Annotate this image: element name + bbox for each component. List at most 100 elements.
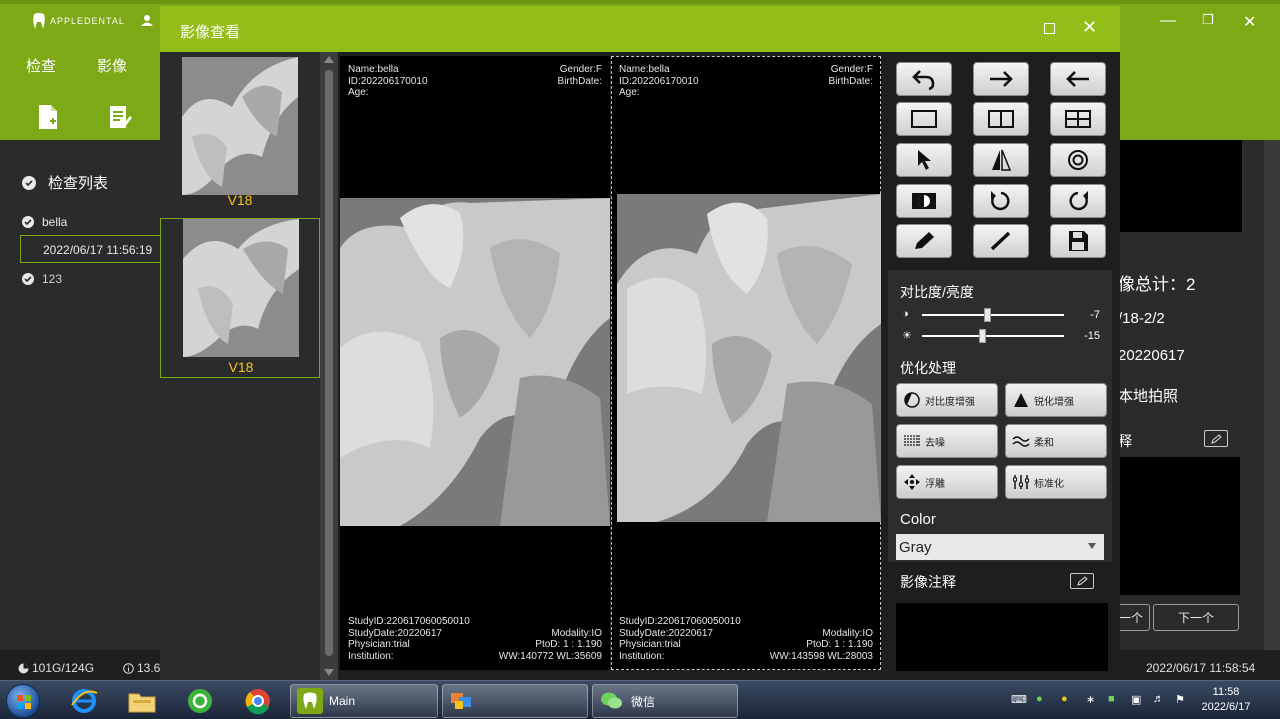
layout-split-button[interactable] [973, 102, 1029, 136]
image-date: 20220617 [1118, 347, 1185, 364]
layout-grid-button[interactable] [1050, 102, 1106, 136]
taskbar-clock[interactable]: 11:58 2022/6/17 [1198, 685, 1254, 715]
new-document-icon[interactable] [36, 104, 60, 130]
contrast-icon: ◑ [902, 308, 909, 320]
pointer-icon [918, 150, 931, 170]
ruler-icon [990, 231, 1011, 251]
taskbar: Main 微信 ⌨ ● ● ∗ ■ ▣ ♬ ⚑ 11:58 2022/6/17 [0, 680, 1280, 719]
emboss-button[interactable]: 浮雕 [896, 465, 998, 499]
measure-button[interactable] [973, 224, 1029, 258]
rotate-right-button[interactable] [1050, 184, 1106, 218]
brightness-slider[interactable] [922, 329, 1064, 343]
layout-single-button[interactable] [896, 102, 952, 136]
annotate-pen-button[interactable] [896, 224, 952, 258]
button-label: 柔和 [1034, 437, 1054, 449]
thumbnail-scrollbar[interactable] [320, 52, 338, 680]
action-center-icon[interactable]: ⚑ [1175, 693, 1185, 706]
next-image-button[interactable] [973, 62, 1029, 96]
restore-icon[interactable]: ❐ [1202, 12, 1214, 28]
modality-text: Modality:IO [551, 627, 602, 639]
contrast-enhance-button[interactable]: 对比度增强 [896, 383, 998, 417]
right-scrollbar[interactable] [1264, 140, 1280, 650]
user-icon[interactable] [141, 14, 153, 26]
chrome-app[interactable] [236, 685, 280, 717]
save-button[interactable] [1050, 224, 1106, 258]
dialog-close-icon[interactable]: ✕ [1082, 17, 1097, 38]
birthdate-text: BirthDate: [828, 75, 873, 87]
explorer-app[interactable] [120, 685, 164, 717]
thumbnail-item-selected[interactable]: V18 [160, 218, 320, 378]
brightness-slider-handle[interactable] [979, 329, 986, 343]
ie-app[interactable] [62, 685, 106, 717]
save-icon [1069, 231, 1088, 251]
patient-item-123[interactable]: 123 [22, 272, 62, 286]
prev-image-button[interactable] [1050, 62, 1106, 96]
thumbnail-item[interactable]: V18 [160, 52, 320, 212]
select-tool-button[interactable] [896, 143, 952, 177]
task-window[interactable] [442, 684, 588, 718]
minimize-icon[interactable]: — [1160, 12, 1176, 30]
patient-name-text: Name:bella [619, 64, 670, 75]
wechat-tray-icon[interactable]: ● [1036, 693, 1043, 705]
processing-panel: 对比度/亮度 ◑ -7 ☀ -15 优化处理 对比度增强 锐化增强 去噪 柔和 … [888, 270, 1112, 562]
image-index: /18-2/2 [1118, 310, 1165, 327]
magnifier-tool-button[interactable] [1050, 143, 1106, 177]
tray-app-icon[interactable]: ● [1061, 693, 1068, 705]
soften-button[interactable]: 柔和 [1005, 424, 1107, 458]
maximize-icon[interactable] [1044, 23, 1055, 34]
study-id-text: StudyID:220617060050010 [348, 616, 470, 627]
network-icon[interactable]: ▣ [1131, 693, 1141, 706]
edit-document-icon[interactable] [108, 104, 132, 130]
contrast-slider-handle[interactable] [984, 308, 991, 322]
note-edit-button[interactable] [1204, 430, 1228, 447]
overlay-top-right: Gender:F BirthDate: [558, 64, 602, 87]
clock-time: 11:58 [1212, 686, 1240, 698]
color-select[interactable]: Gray [896, 534, 1104, 560]
next-button[interactable]: 下一个 [1153, 604, 1239, 631]
brightness-icon: ☀ [902, 330, 912, 342]
volume-icon[interactable]: ♬ [1153, 693, 1164, 705]
sharpen-button[interactable]: 锐化增强 [1005, 383, 1107, 417]
check-circle-icon [22, 216, 34, 228]
disk-usage: 101G/124G [18, 661, 94, 675]
annotation-box[interactable] [896, 603, 1108, 671]
normalize-button[interactable]: 标准化 [1005, 465, 1107, 499]
dialog-titlebar[interactable]: 影像查看 ✕ [160, 6, 1120, 52]
app-close-icon[interactable]: ✕ [1243, 12, 1256, 32]
scroll-track[interactable] [325, 70, 333, 656]
status-datetime: 2022/06/17 11:58:54 [1146, 661, 1256, 675]
undo-button[interactable] [896, 62, 952, 96]
nav-exam[interactable]: 检查 [26, 55, 56, 76]
start-button[interactable] [6, 684, 40, 718]
invert-button[interactable] [896, 184, 952, 218]
top-strip [0, 0, 1280, 4]
360-browser-app[interactable] [178, 685, 222, 717]
denoise-button[interactable]: 去噪 [896, 424, 998, 458]
task-wechat[interactable]: 微信 [592, 684, 738, 718]
study-date-item[interactable]: 2022/06/17 11:56:19 [20, 235, 165, 263]
tooth-logo-icon [33, 13, 45, 29]
scroll-down-icon[interactable] [324, 669, 334, 676]
layout-grid-icon [1065, 110, 1091, 128]
keyboard-icon[interactable]: ⌨ [1011, 693, 1027, 706]
annotation-edit-button[interactable] [1070, 573, 1094, 589]
nvidia-icon[interactable]: ■ [1108, 693, 1115, 705]
invert-icon [912, 193, 936, 209]
bluetooth-icon[interactable]: ∗ [1086, 693, 1095, 706]
contrast-slider[interactable] [922, 308, 1064, 322]
flip-button[interactable] [973, 143, 1029, 177]
patient-item-bella[interactable]: bella [22, 215, 67, 229]
image-viewport-left[interactable]: Name:bella ID:202206170010 Age: Gender:F… [340, 56, 610, 670]
rotate-left-button[interactable] [973, 184, 1029, 218]
tool-grid [888, 56, 1118, 270]
thumbnail-image [183, 219, 299, 357]
layout-single-icon [911, 110, 937, 128]
disk-usage-text: 101G/124G [32, 661, 95, 675]
optimize-title: 优化处理 [900, 360, 956, 376]
disk-icon [18, 663, 29, 673]
task-main[interactable]: Main [290, 684, 438, 718]
scroll-up-icon[interactable] [324, 56, 334, 63]
image-viewport-right[interactable]: Name:bella ID:202206170010 Age: Gender:F… [611, 56, 881, 670]
note-box [1118, 457, 1240, 595]
nav-image[interactable]: 影像 [97, 55, 127, 76]
